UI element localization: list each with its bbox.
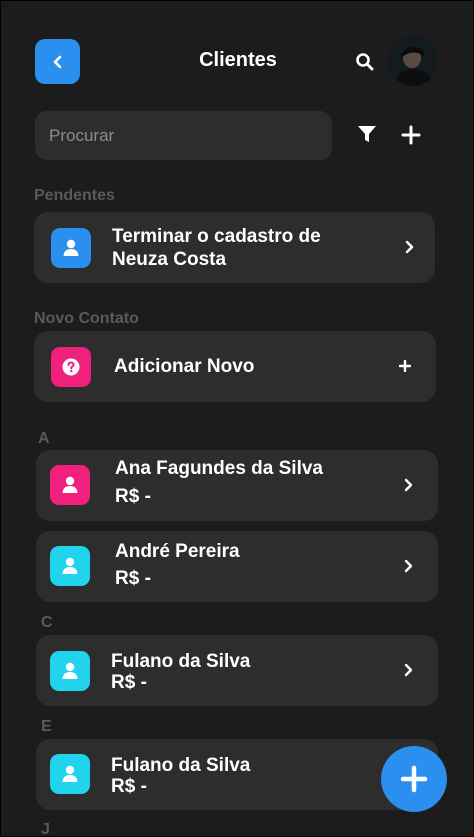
section-letter-c: C bbox=[41, 614, 53, 631]
user-icon bbox=[62, 557, 78, 574]
user-icon-box bbox=[50, 546, 90, 586]
client-value: R$ - bbox=[115, 568, 151, 589]
user-icon bbox=[62, 765, 78, 782]
section-letter-a: A bbox=[38, 430, 50, 447]
pending-card-line1: Terminar o cadastro de bbox=[112, 226, 321, 247]
search-icon[interactable] bbox=[355, 52, 375, 72]
search-field[interactable] bbox=[35, 111, 332, 160]
user-icon-box bbox=[50, 651, 90, 691]
add-client-fab[interactable] bbox=[381, 746, 447, 812]
user-icon-box bbox=[50, 465, 90, 505]
user-icon bbox=[62, 662, 78, 679]
chevron-right-icon bbox=[404, 559, 413, 573]
question-icon bbox=[62, 358, 80, 376]
client-card-andre[interactable]: André Pereira R$ - bbox=[36, 531, 438, 602]
user-icon-box bbox=[50, 754, 90, 794]
client-value: R$ - bbox=[115, 486, 151, 507]
add-new-label: Adicionar Novo bbox=[114, 356, 255, 377]
pending-card[interactable]: Terminar o cadastro de Neuza Costa bbox=[34, 212, 435, 283]
chevron-right-icon bbox=[404, 663, 413, 677]
plus-icon bbox=[399, 360, 411, 372]
plus-icon bbox=[400, 765, 428, 793]
section-letter-e: E bbox=[41, 718, 52, 735]
client-card-fulano[interactable]: Fulano da Silva R$ - bbox=[36, 635, 438, 706]
chevron-right-icon bbox=[404, 478, 413, 492]
user-icon bbox=[62, 476, 78, 493]
app-screen: Clientes Pendentes Terminar o cadastro d… bbox=[0, 0, 474, 837]
filter-icon[interactable] bbox=[356, 123, 378, 145]
client-name: Fulano da Silva bbox=[111, 755, 251, 776]
section-letter-j: J bbox=[41, 821, 50, 837]
add-icon[interactable] bbox=[401, 125, 421, 145]
client-value: R$ - bbox=[111, 672, 147, 693]
client-name: André Pereira bbox=[115, 541, 240, 562]
profile-photo-icon bbox=[388, 36, 438, 86]
client-name: Ana Fagundes da Silva bbox=[115, 458, 323, 479]
pending-card-line2: Neuza Costa bbox=[112, 249, 227, 270]
client-value: R$ - bbox=[111, 776, 147, 797]
search-input[interactable] bbox=[49, 111, 319, 160]
avatar[interactable] bbox=[388, 36, 438, 86]
client-card-ana[interactable]: Ana Fagundes da Silva R$ - bbox=[36, 450, 438, 521]
add-new-card[interactable]: Adicionar Novo bbox=[34, 331, 436, 402]
section-new-contact-heading: Novo Contato bbox=[34, 310, 139, 327]
client-name: Fulano da Silva bbox=[111, 651, 251, 672]
user-icon-box bbox=[51, 228, 91, 268]
section-pending-heading: Pendentes bbox=[34, 187, 115, 204]
client-card-fulano-e[interactable]: Fulano da Silva R$ - bbox=[36, 739, 438, 810]
user-icon bbox=[63, 239, 79, 256]
question-icon-box bbox=[51, 347, 91, 387]
chevron-right-icon bbox=[405, 240, 414, 254]
